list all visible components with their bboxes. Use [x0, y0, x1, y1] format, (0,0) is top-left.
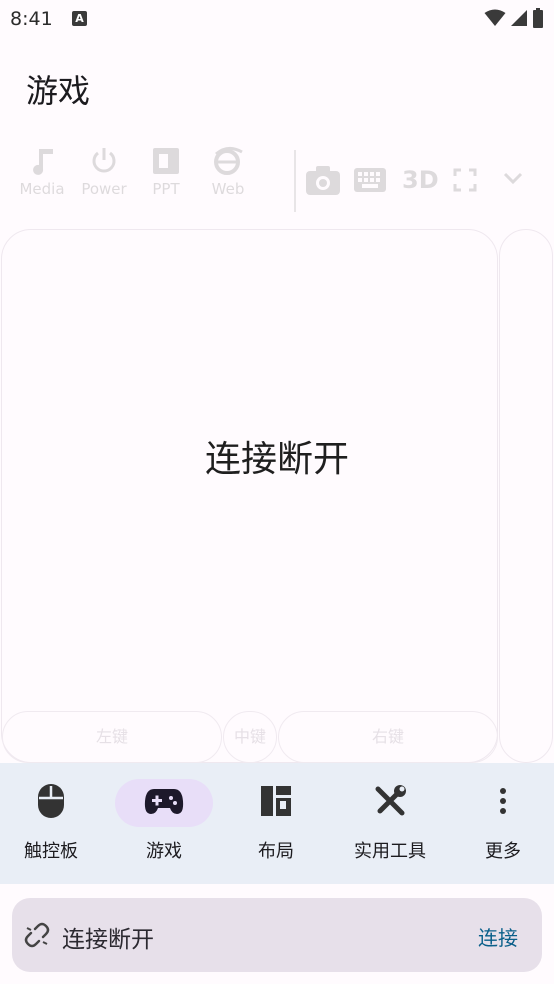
chevron-down-icon[interactable] [502, 170, 524, 190]
disconnected-message: 连接断开 [204, 439, 349, 480]
battery-icon [532, 8, 544, 32]
middle-mouse-button[interactable]: 中键 [223, 711, 277, 763]
toolbar-item-label: Media [19, 180, 65, 198]
link-broken-icon [24, 922, 50, 952]
page-title: 游戏 [26, 72, 91, 110]
toolbar: Media Power PPT Web 3D [12, 146, 542, 216]
mouse-icon [37, 783, 65, 823]
toolbar-item-power[interactable]: Power [74, 146, 134, 198]
nav-label: 游戏 [146, 841, 182, 862]
nav-item-more[interactable]: 更多 [448, 779, 554, 863]
nav-item-layout[interactable]: 布局 [221, 779, 331, 863]
3d-button[interactable]: 3D [402, 166, 439, 194]
tools-icon [372, 783, 408, 823]
power-icon [74, 146, 134, 176]
signal-icon [510, 9, 528, 31]
toolbar-item-label: Power [81, 180, 127, 198]
nav-label: 触控板 [24, 841, 78, 862]
toolbar-item-label: PPT [152, 180, 180, 198]
bottom-navigation: 触控板 游戏 布局 实用工具 更多 [0, 763, 554, 884]
camera-icon[interactable] [305, 164, 341, 200]
toolbar-item-web[interactable]: Web [198, 146, 258, 198]
fullscreen-icon[interactable] [453, 168, 477, 196]
status-time: 8:41 [10, 8, 53, 30]
nav-item-game[interactable]: 游戏 [109, 779, 219, 863]
system-icons [484, 8, 544, 32]
music-note-icon [12, 146, 72, 176]
connect-button[interactable]: 连接 [478, 922, 518, 951]
toolbar-item-ppt[interactable]: PPT [136, 146, 196, 198]
status-bar: 8:41 A [0, 0, 554, 38]
nav-label: 实用工具 [354, 841, 426, 862]
powerpoint-icon [136, 146, 196, 176]
more-vertical-icon [499, 787, 507, 819]
keyboard-icon[interactable] [354, 168, 386, 196]
touchpad-area[interactable] [1, 229, 498, 763]
toolbar-item-media[interactable]: Media [12, 146, 72, 198]
nav-item-touchpad[interactable]: 触控板 [0, 779, 106, 863]
connection-bar: 连接断开 连接 [12, 898, 542, 972]
connection-status: 连接断开 [62, 927, 154, 953]
left-mouse-button[interactable]: 左键 [2, 711, 222, 763]
nav-label: 布局 [258, 841, 294, 862]
toolbar-divider [294, 150, 296, 212]
right-mouse-button[interactable]: 右键 [278, 711, 498, 763]
gamepad-icon [144, 787, 184, 819]
toolbar-item-label: Web [211, 180, 245, 198]
scroll-strip[interactable] [499, 229, 553, 763]
nav-item-tools[interactable]: 实用工具 [335, 779, 445, 863]
nav-label: 更多 [485, 841, 521, 862]
wifi-icon [484, 9, 506, 31]
browser-e-icon [198, 146, 258, 176]
layout-icon [260, 785, 292, 821]
a-letter-app-icon: A [72, 11, 87, 26]
